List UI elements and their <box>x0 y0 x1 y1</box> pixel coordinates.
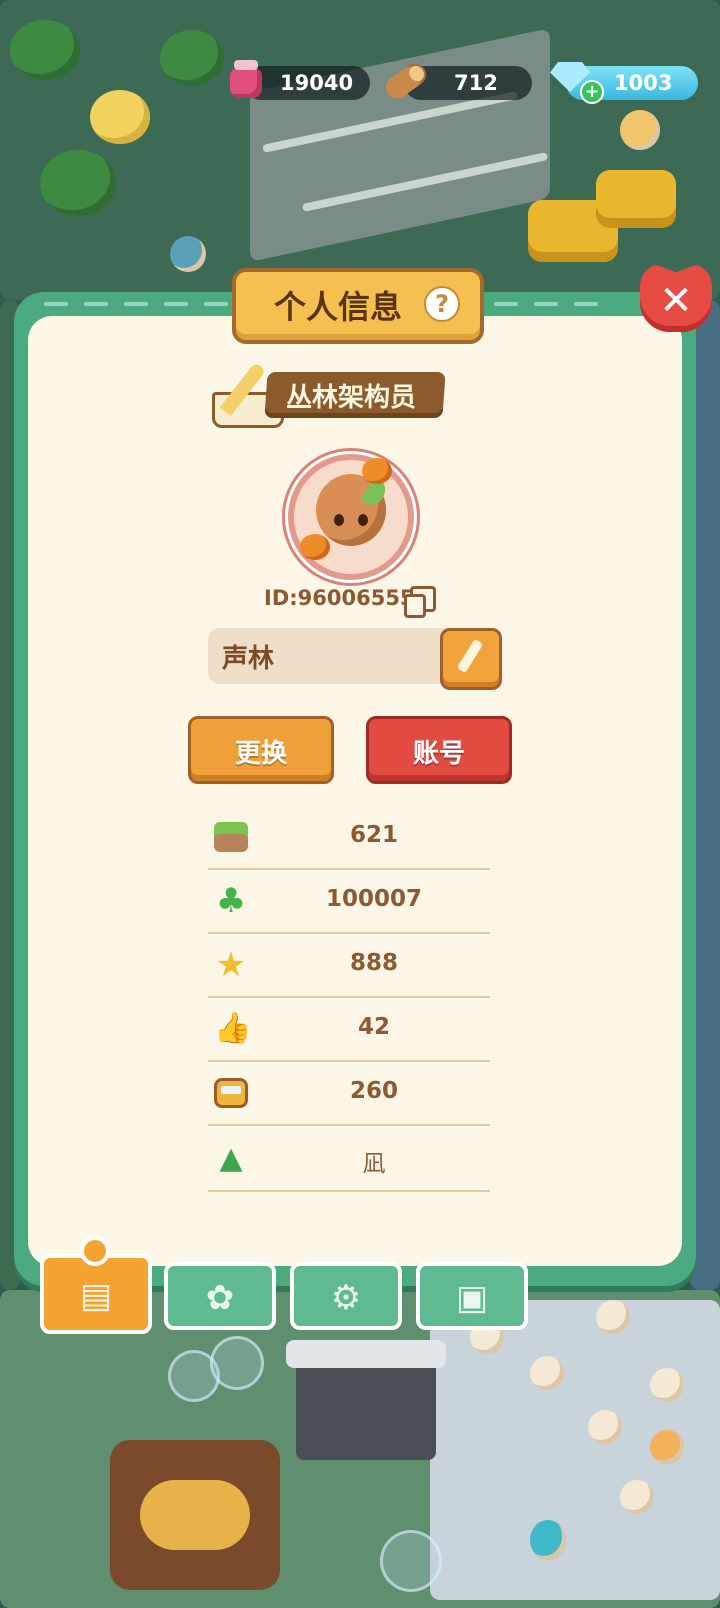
gear-icon: ⚙ <box>330 1278 362 1318</box>
change-avatar-button[interactable]: 更换 <box>188 716 334 784</box>
stat-value: 100007 <box>325 886 423 912</box>
tab-profile[interactable]: ▤ <box>40 1254 152 1334</box>
gem-counter[interactable]: + 1003 <box>550 62 698 104</box>
stat-value: 42 <box>357 1014 390 1040</box>
panel-title-plate: 个人信息 ? <box>232 268 484 344</box>
close-icon: ✕ <box>659 278 693 324</box>
tab-badges[interactable]: ✿ <box>164 1262 276 1330</box>
pencil-icon <box>456 638 484 674</box>
stat-row-bus: 260 <box>208 1062 490 1126</box>
copy-icon[interactable] <box>404 586 436 618</box>
wood-value: 712 <box>454 71 498 95</box>
stat-row-clover: ♣ 100007 <box>208 870 490 934</box>
stat-value: 621 <box>349 822 398 848</box>
plus-icon[interactable]: + <box>580 80 604 104</box>
nickname: 声林 <box>222 644 275 674</box>
clover-icon: ♣ <box>215 881 247 921</box>
trees-icon: ▲ <box>219 1141 243 1176</box>
jam-jar-icon <box>230 60 262 100</box>
wood-log-icon <box>381 59 431 103</box>
stat-value: 凪 <box>362 1151 386 1177</box>
stat-row-grass: 621 <box>208 806 490 870</box>
tab-settings[interactable]: ⚙ <box>290 1262 402 1330</box>
jam-value: 19040 <box>280 71 354 95</box>
tab-gallery[interactable]: ▣ <box>416 1262 528 1330</box>
thumbs-up-icon: 👍 <box>214 1011 252 1046</box>
bus-icon <box>214 1078 248 1108</box>
photo-album-icon: ▣ <box>455 1278 489 1318</box>
stat-row-trees: ▲ 凪 <box>208 1128 490 1192</box>
change-avatar-label: 更换 <box>234 739 287 769</box>
player-title: 丛林架构员 <box>285 383 416 413</box>
badge-icon: ✿ <box>205 1278 235 1318</box>
panel-title: 个人信息 <box>274 288 403 326</box>
jam-counter: 19040 <box>230 60 370 100</box>
avatar-face <box>316 474 390 546</box>
avatar[interactable] <box>288 454 414 580</box>
nickname-field: 声林 <box>208 628 454 684</box>
stat-value: 260 <box>349 1078 398 1104</box>
account-label: 账号 <box>412 739 465 769</box>
stat-row-likes: 👍 42 <box>208 998 490 1062</box>
wood-counter: 712 <box>381 59 532 103</box>
help-icon[interactable]: ? <box>424 286 460 322</box>
tab-pin <box>80 1236 110 1266</box>
stat-row-star: ★ 888 <box>208 934 490 998</box>
edit-name-button[interactable] <box>440 628 502 690</box>
account-button[interactable]: 账号 <box>366 716 512 784</box>
star-icon: ★ <box>215 945 247 985</box>
gem-value: 1003 <box>614 71 673 95</box>
close-button[interactable]: ✕ <box>640 264 712 332</box>
grass-block-icon <box>214 822 248 852</box>
player-title-badge[interactable]: 丛林架构员 <box>264 372 446 418</box>
user-id: ID:96006555 <box>264 586 415 610</box>
stat-value: 888 <box>349 950 398 976</box>
profile-card-icon: ▤ <box>79 1276 113 1316</box>
